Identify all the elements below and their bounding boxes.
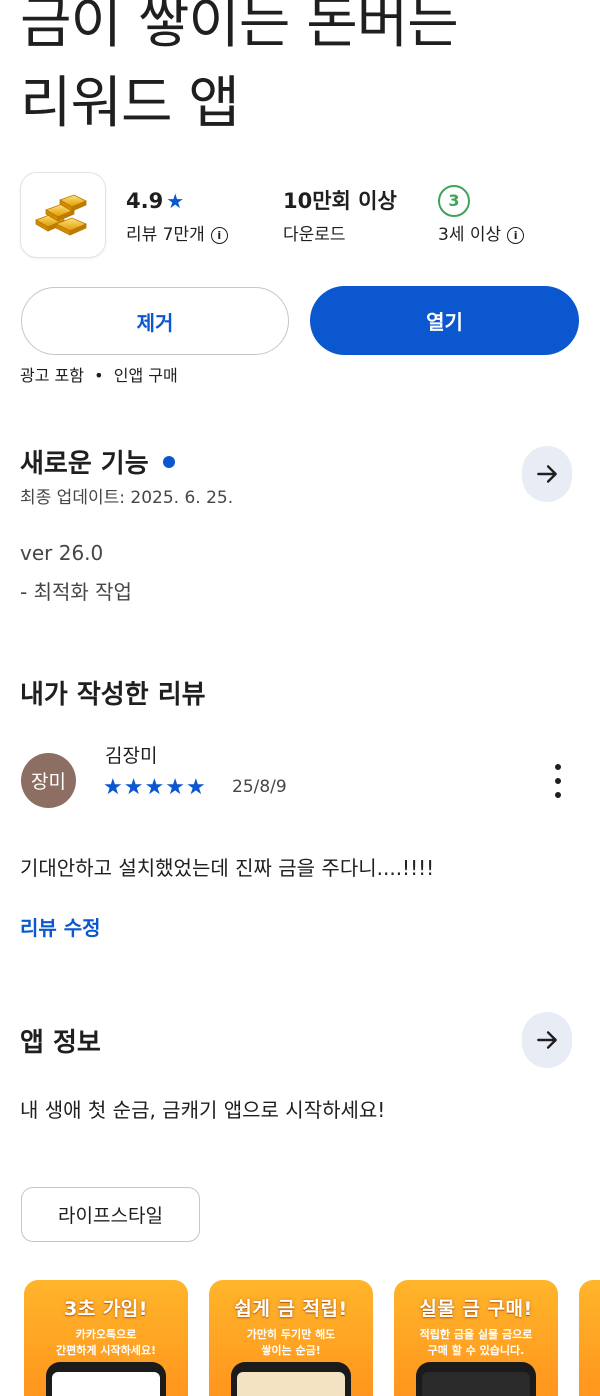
rating-stat[interactable]: 4.9 ★ 리뷰 7만개 i [126,184,228,252]
phone-mockup [231,1362,351,1396]
rating-value: 4.9 [126,189,164,213]
app-details-page: 금이 쌓이는 돈버는 리워드 앱 4.9 ★ 리뷰 7만개 i 10만회 이상 … [0,0,600,1396]
whats-new-title[interactable]: 새로운 기능 [20,443,175,480]
star-icon: ★ [165,775,185,800]
phone-mockup [416,1362,536,1396]
release-note: - 최적화 작업 [20,580,132,604]
star-icon: ★ [103,775,123,800]
review-text: 기대안하고 설치했었는데 진짜 금을 주다니....!!!! [20,856,435,880]
downloads-label: 다운로드 [283,225,346,245]
reviews-count: 리뷰 7만개 [126,225,205,245]
arrow-right-icon [537,465,557,483]
ads-iap-note: 광고 포함 • 인앱 구매 [20,366,178,385]
star-icon: ★ [185,775,206,800]
version-text: ver 26.0 [20,541,104,565]
screenshot-caption: 쌓이는 순금! [261,1344,321,1357]
review-date: 25/8/9 [232,777,287,797]
my-review-title: 내가 작성한 리뷰 [20,680,206,710]
open-button[interactable]: 열기 [310,286,579,355]
reviewer-name: 김장미 [105,745,158,767]
screenshot-title: 3초 가입! [64,1298,148,1320]
uninstall-button[interactable]: 제거 [21,287,289,355]
more-options-icon[interactable] [548,764,568,798]
screenshot-caption: 가만히 두기만 해도 [246,1328,336,1341]
whats-new-arrow-button[interactable] [522,446,572,502]
gold-bars-icon [21,173,105,257]
info-icon[interactable]: i [210,226,228,244]
age-rating-badge: 3 [438,185,470,217]
arrow-right-icon [537,1031,557,1049]
star-icon: ★ [123,775,144,800]
new-indicator-dot [162,455,175,468]
screenshot-caption: 카카오톡으로 [75,1328,137,1341]
about-app-arrow-button[interactable] [522,1012,572,1068]
screenshot-1[interactable]: 3초 가입! 카카오톡으로 간편하게 시작하세요! [24,1280,188,1396]
review-stars: ★ ★ ★ ★ ★ [103,774,206,802]
downloads-stat: 10만회 이상 다운로드 [283,184,397,252]
screenshot-caption: 간편하게 시작하세요! [56,1344,156,1357]
edit-review-link[interactable]: 리뷰 수정 [20,912,101,941]
screenshot-caption: 적립한 금을 실물 금으로 [419,1328,533,1341]
app-description: 내 생애 첫 순금, 금캐기 앱으로 시작하세요! [20,1098,386,1122]
star-icon: ★ [166,189,185,213]
about-app-title[interactable]: 앱 정보 [20,1022,101,1059]
app-title-line2: 리워드 앱 [20,71,240,136]
phone-mockup [46,1362,166,1396]
info-icon[interactable]: i [507,226,525,244]
screenshot-title: 실물 금 구매! [419,1298,533,1320]
avatar: 장미 [21,753,76,808]
screenshot-2[interactable]: 쉽게 금 적립! 가만히 두기만 해도 쌓이는 순금! [209,1280,373,1396]
whats-new-title-text: 새로운 기능 [20,449,149,479]
age-rating-stat[interactable]: 3 3세 이상 i [438,184,525,252]
downloads-value: 10만회 이상 [283,189,397,213]
app-title: 금이 쌓이는 돈버는 리워드 앱 [20,0,580,144]
app-title-line1: 금이 쌓이는 돈버는 [20,0,459,56]
screenshot-title: 쉽게 금 적립! [234,1298,348,1320]
star-icon: ★ [144,775,165,800]
last-updated: 최종 업데이트: 2025. 6. 25. [20,488,234,508]
age-rating-label: 3세 이상 [438,225,502,245]
screenshot-4-partial[interactable] [579,1280,600,1396]
screenshot-3[interactable]: 실물 금 구매! 적립한 금을 실물 금으로 구매 할 수 있습니다. [394,1280,558,1396]
screenshot-caption: 구매 할 수 있습니다. [427,1344,525,1357]
category-chip[interactable]: 라이프스타일 [21,1187,200,1242]
